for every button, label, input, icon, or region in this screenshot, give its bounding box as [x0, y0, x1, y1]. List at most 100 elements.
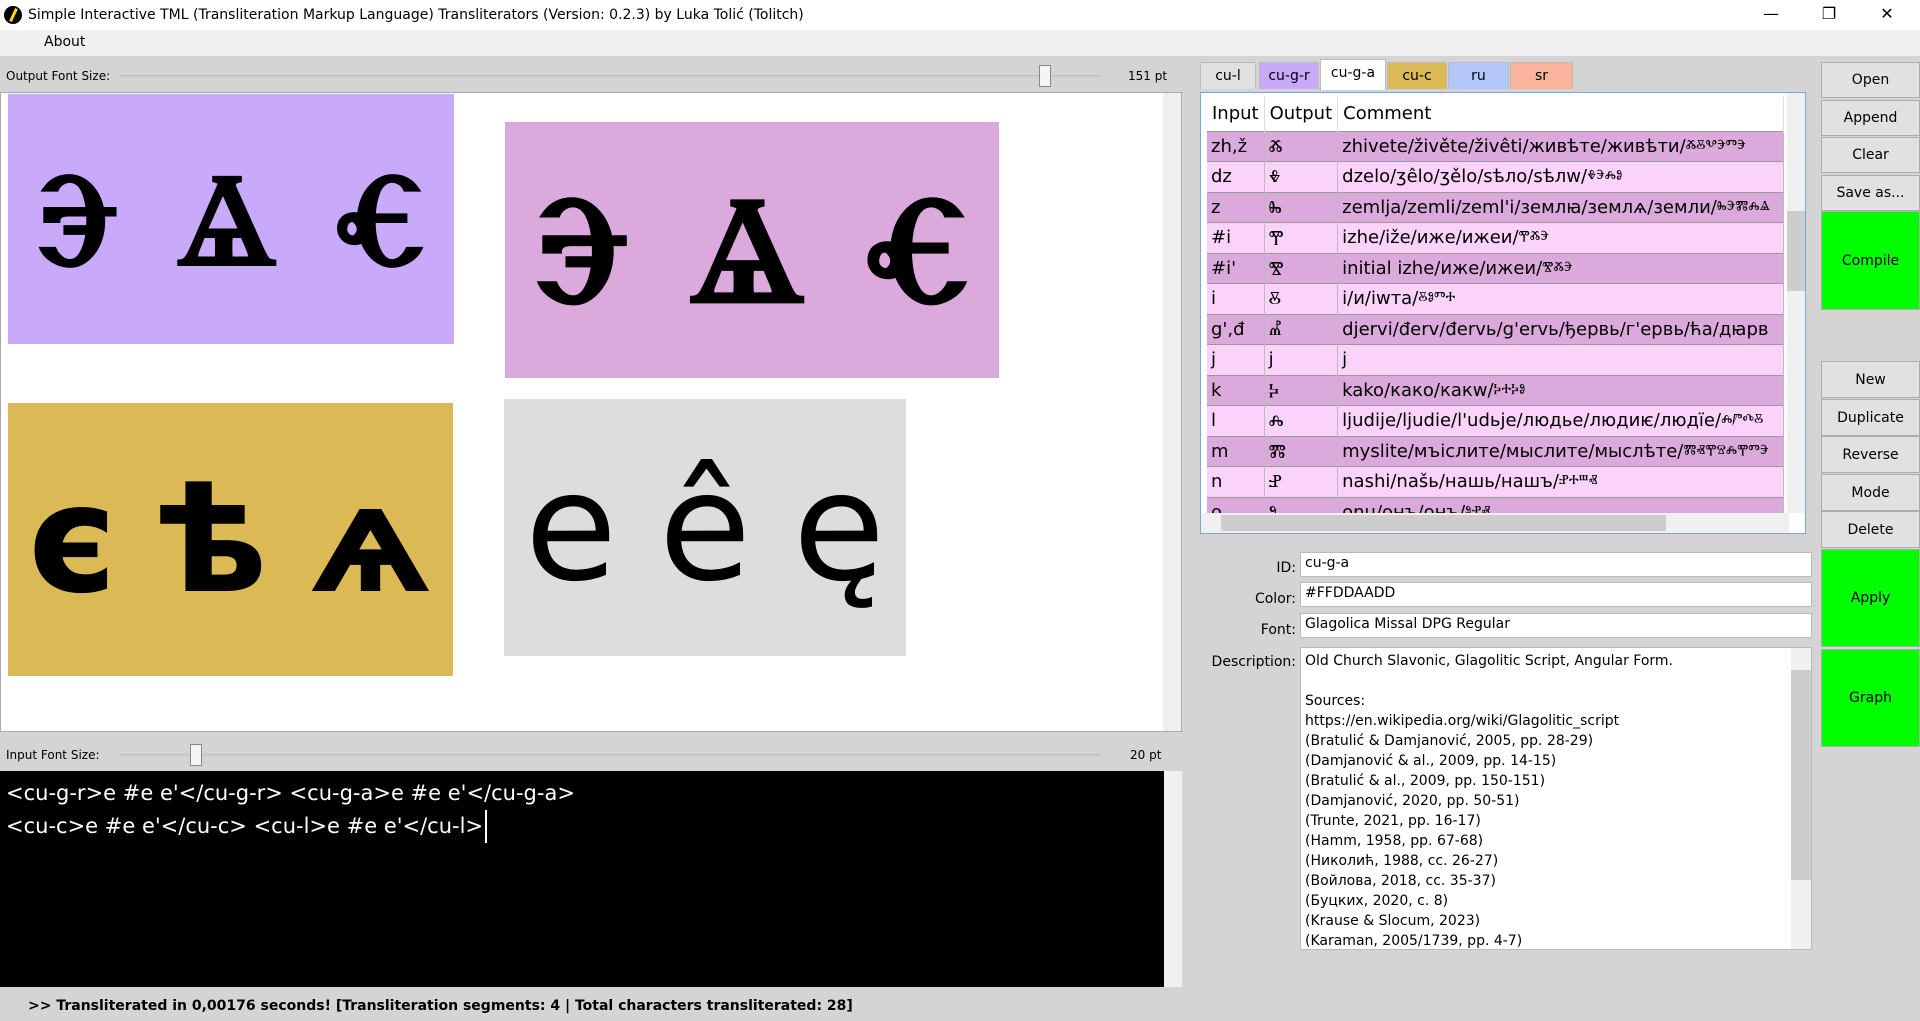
duplicate-button[interactable]: Duplicate [1821, 399, 1920, 436]
graph-button[interactable]: Graph [1821, 649, 1920, 747]
description-label: Description: [1211, 654, 1296, 670]
app-logo-icon [4, 6, 22, 24]
cell-output[interactable]: Ⰹ [1264, 222, 1339, 253]
table-row[interactable]: l Ⰾljudije/ljudie/l'udьje/людье/людиѥ/люд… [1207, 405, 1784, 436]
table-row[interactable]: zh,ž Ⰶzhivete/živěte/živêti/живѣте/живѣти… [1207, 130, 1784, 162]
cell-input[interactable]: #i' [1207, 252, 1265, 284]
append-button[interactable]: Append [1821, 100, 1920, 136]
table-row[interactable]: #i Ⰹizhe/iže/иже/ижеи/ⰹⰶⰵ [1207, 222, 1784, 253]
reverse-button[interactable]: Reverse [1821, 436, 1920, 473]
tab-sr[interactable]: sr [1510, 62, 1573, 89]
input-font-slider[interactable] [120, 754, 1100, 757]
cell-comment[interactable]: nashi/našь/нашь/нашъ/ⱀⰰⱎⱏ [1337, 466, 1784, 497]
cell-comment[interactable]: izhe/iže/иже/ижеи/ⰹⰶⰵ [1337, 222, 1784, 253]
cell-comment[interactable]: j [1337, 344, 1784, 375]
tab-cu-l[interactable]: cu-l [1200, 62, 1256, 89]
cell-comment[interactable]: initial izhe/иже/ижеи/ⰺⰶⰵ [1337, 252, 1784, 284]
output-font-slider-thumb[interactable] [1039, 65, 1051, 87]
table-row[interactable]: m Ⰿmyslite/мъіслите/мыслите/мыслѣте/ⰿⱏⰹⱄⰾ… [1207, 435, 1784, 467]
cell-input[interactable]: zh,ž [1207, 130, 1265, 162]
open-button[interactable]: Open [1821, 62, 1920, 98]
tab-ru[interactable]: ru [1448, 62, 1509, 89]
column-header-input[interactable]: Input [1207, 97, 1265, 131]
cell-input[interactable]: m [1207, 435, 1265, 467]
cell-output[interactable]: j [1264, 344, 1339, 375]
scrollbar-thumb[interactable] [1787, 211, 1805, 291]
description-scrollbar[interactable] [1791, 648, 1811, 949]
table-row[interactable]: #i' Ⰺinitial izhe/иже/ижеи/ⰺⰶⰵ [1207, 252, 1784, 284]
minimize-button[interactable]: — [1742, 0, 1800, 30]
cell-input[interactable]: i [1207, 283, 1265, 314]
table-row[interactable]: k Ⰽkako/како/какw/ⰽⰰⰽⱁ [1207, 374, 1784, 406]
font-field[interactable]: Glagolica Missal DPG Regular [1300, 613, 1812, 638]
cell-comment[interactable]: ljudije/ljudie/l'udьje/людье/людиѥ/людїе… [1337, 405, 1784, 436]
tab-cu-c[interactable]: cu-c [1387, 62, 1447, 89]
cell-comment[interactable]: dzelo/ʒêlo/ʒělo/sѣлo/sѣлw/ⰷⰵⰾⱁ [1337, 161, 1784, 192]
table-vertical-scrollbar[interactable] [1787, 93, 1805, 513]
scrollbar-thumb[interactable] [1221, 515, 1666, 531]
window-title: Simple Interactive TML (Transliteration … [28, 7, 804, 23]
cell-comment[interactable]: myslite/мъіслите/мыслите/мыслѣте/ⰿⱏⰹⱄⰾⰹⱅ… [1337, 435, 1784, 467]
tab-cu-g-a[interactable]: cu-g-a [1320, 59, 1386, 90]
cell-input[interactable]: g',đ [1207, 313, 1265, 345]
cell-input[interactable]: k [1207, 374, 1265, 406]
transliteration-table: Input Output Comment zh,ž Ⰶzhivete/živěte… [1200, 92, 1806, 534]
menu-about[interactable]: About [44, 34, 85, 50]
cell-input[interactable]: l [1207, 405, 1265, 436]
cell-output[interactable]: Ⰾ [1264, 405, 1339, 436]
cell-output[interactable]: Ⰷ [1264, 161, 1339, 192]
input-scrollbar[interactable] [1164, 771, 1182, 987]
cell-output[interactable]: Ⰻ [1264, 283, 1339, 314]
cell-output[interactable]: Ⱀ [1264, 466, 1339, 497]
column-header-comment[interactable]: Comment [1337, 97, 1784, 131]
cell-output[interactable]: Ⰿ [1264, 435, 1339, 467]
tab-cu-g-r[interactable]: cu-g-r [1259, 62, 1319, 89]
input-editor[interactable]: <cu-g-r>e #e e'</cu-g-r> <cu-g-a>e #e e'… [0, 771, 1182, 987]
cell-comment[interactable]: kako/како/какw/ⰽⰰⰽⱁ [1337, 374, 1784, 406]
cell-output[interactable]: Ⰺ [1264, 252, 1339, 284]
clear-button[interactable]: Clear [1821, 137, 1920, 173]
close-button[interactable]: ✕ [1858, 0, 1916, 30]
output-scrollbar[interactable] [1163, 93, 1181, 731]
save-as-button[interactable]: Save as... [1821, 175, 1920, 211]
output-font-size-value: 151 pt [1128, 69, 1168, 83]
color-field[interactable]: #FFDDAADD [1300, 582, 1812, 607]
preview-glyph: ę [792, 440, 886, 615]
preview-glyph: ѧ [308, 452, 433, 627]
cell-output[interactable]: Ⰶ [1264, 130, 1339, 162]
cell-output[interactable]: Ⰼ [1264, 313, 1339, 345]
cell-output[interactable]: Ⰽ [1264, 374, 1339, 406]
scrollbar-thumb[interactable] [1791, 670, 1811, 880]
table-row[interactable]: dz Ⰷdzelo/ʒêlo/ʒělo/sѣлo/sѣлw/ⰷⰵⰾⱁ [1207, 161, 1784, 192]
cell-comment[interactable]: i/и/iwта/ⰻⱁⱅⰰ [1337, 283, 1784, 314]
new-button[interactable]: New [1821, 361, 1920, 398]
cell-comment[interactable]: zemlja/zemli/zeml'i/землꙗ/землѧ/земли/ⰸⰵ… [1337, 191, 1784, 223]
output-font-slider[interactable] [120, 75, 1100, 78]
cell-input[interactable]: #i [1207, 222, 1265, 253]
compile-button[interactable]: Compile [1821, 211, 1920, 310]
apply-button[interactable]: Apply [1821, 549, 1920, 647]
column-header-output[interactable]: Output [1264, 97, 1339, 131]
maximize-button[interactable]: ❐ [1800, 0, 1858, 30]
table-row[interactable]: i Ⰻi/и/iwта/ⰻⱁⱅⰰ [1207, 283, 1784, 314]
delete-button[interactable]: Delete [1821, 511, 1920, 548]
menu-bar: About [0, 30, 1920, 56]
id-field[interactable]: cu-g-a [1300, 552, 1812, 577]
cell-input[interactable]: n [1207, 466, 1265, 497]
cell-output[interactable]: Ⰸ [1264, 191, 1339, 223]
cell-input[interactable]: z [1207, 191, 1265, 223]
cell-comment[interactable]: djervi/đerv/đervь/g'ervь/ђервь/г'ервь/ћa… [1337, 313, 1784, 345]
cell-input[interactable]: j [1207, 344, 1265, 375]
table-row[interactable]: n Ⱀnashi/našь/нашь/нашъ/ⱀⰰⱎⱏ [1207, 466, 1784, 497]
output-font-size-label: Output Font Size: [6, 69, 111, 83]
preview-glyph: Ⱑ [689, 163, 805, 337]
cell-comment[interactable]: zhivete/živěte/živêti/живѣте/живѣти/ⰶⰻⰲⰵ… [1337, 130, 1784, 162]
table-horizontal-scrollbar[interactable] [1201, 513, 1789, 533]
input-font-slider-thumb[interactable] [190, 744, 202, 766]
table-row[interactable]: z Ⰸzemlja/zemli/zeml'i/землꙗ/землѧ/земли/… [1207, 191, 1784, 223]
mode-button[interactable]: Mode [1821, 474, 1920, 511]
description-field[interactable]: Old Church Slavonic, Glagolitic Script, … [1300, 647, 1812, 950]
table-row[interactable]: g',đ Ⰼdjervi/đerv/đervь/g'ervь/ђервь/г'ер… [1207, 313, 1784, 345]
table-row[interactable]: jjj [1207, 344, 1784, 375]
cell-input[interactable]: dz [1207, 161, 1265, 192]
